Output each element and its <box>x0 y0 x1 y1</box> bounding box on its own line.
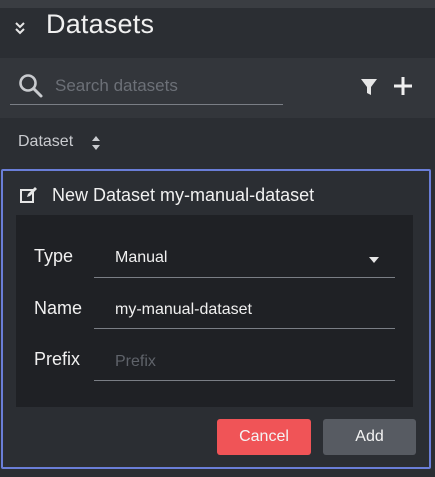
sort-icon[interactable] <box>91 135 101 151</box>
filter-icon[interactable] <box>360 78 378 96</box>
prefix-label: Prefix <box>34 349 81 369</box>
panel-title: Datasets <box>46 9 155 39</box>
type-select[interactable]: Manual <box>115 249 167 267</box>
new-dataset-title: New Dataset my-manual-dataset <box>52 185 315 205</box>
edit-icon <box>20 187 37 203</box>
search-input[interactable] <box>55 73 280 99</box>
name-field[interactable]: my-manual-dataset <box>115 301 252 319</box>
type-underline <box>94 277 395 278</box>
name-underline <box>94 328 395 329</box>
top-strip <box>0 0 435 8</box>
cancel-button[interactable]: Cancel <box>217 419 311 455</box>
search-underline <box>10 104 283 105</box>
add-button[interactable]: Add <box>323 419 416 455</box>
search-toolbar <box>0 58 435 118</box>
plus-icon[interactable] <box>393 76 413 96</box>
caret-down-icon[interactable] <box>369 257 379 263</box>
name-label: Name <box>34 298 83 318</box>
search-icon <box>19 74 43 98</box>
dataset-column-label: Dataset <box>18 133 74 150</box>
prefix-field[interactable]: Prefix <box>115 353 156 371</box>
prefix-underline <box>94 380 395 381</box>
type-label: Type <box>34 246 74 266</box>
chevron-double-down-icon[interactable] <box>13 20 27 36</box>
column-header[interactable]: Dataset <box>0 118 435 166</box>
